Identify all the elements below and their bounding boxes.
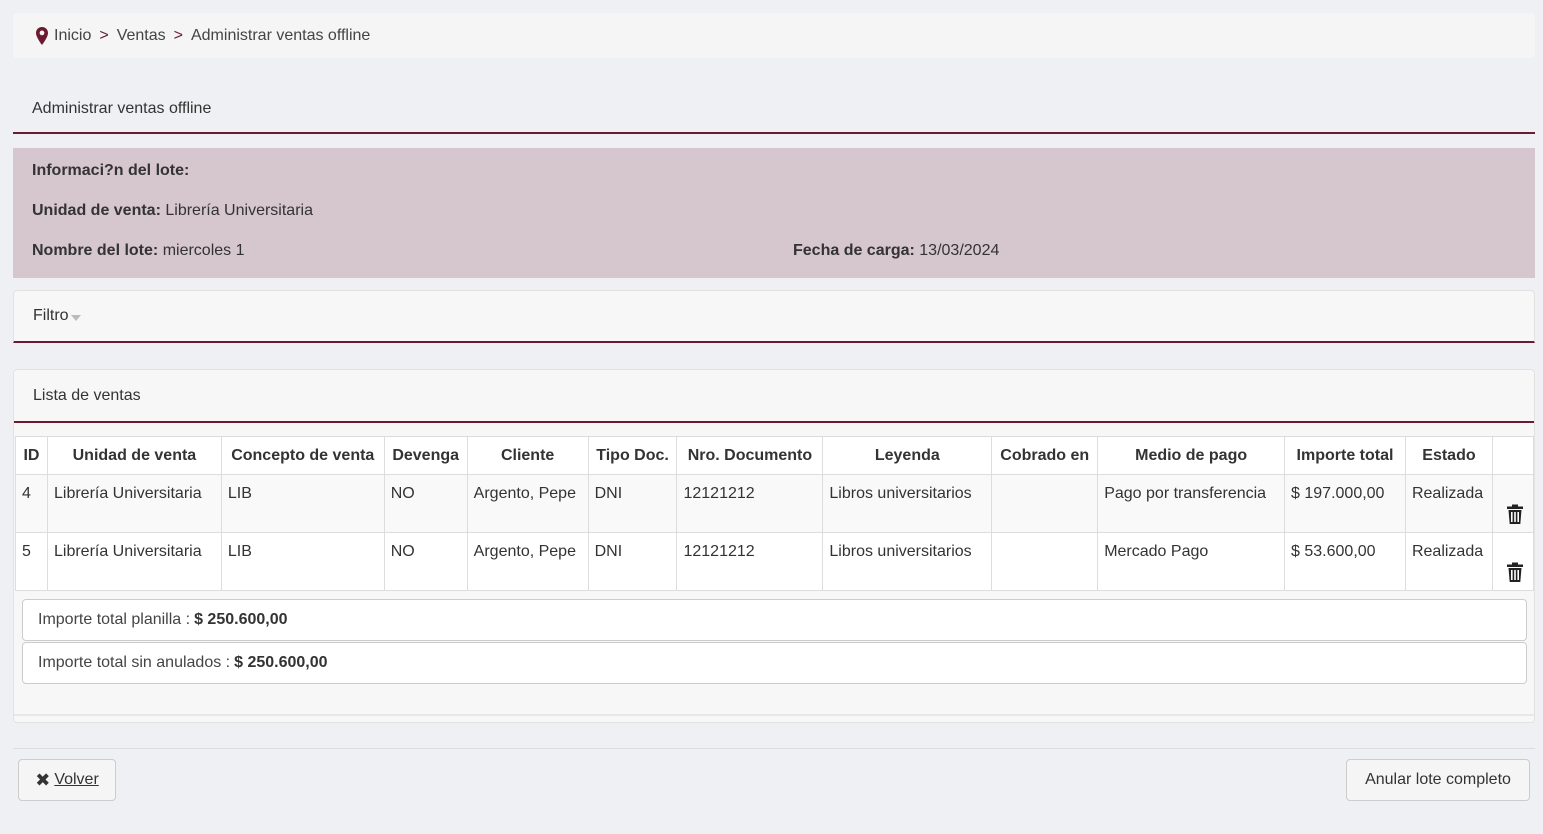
col-header[interactable]: Devenga [383,436,468,475]
col-header[interactable]: Nro. Documento [676,436,824,475]
map-pin-icon [36,26,48,45]
cell-actions [1491,474,1535,533]
col-header[interactable]: Cliente [466,436,589,475]
volver-button[interactable]: ✖ Volver [18,759,116,801]
cell-estado: Realizada [1404,474,1493,533]
lote-unidad-value: Librería Universitaria [165,202,313,219]
divider [13,748,1535,749]
breadcrumb-separator: > [173,26,183,44]
lote-info-heading-text: Informaci?n del lote: [32,162,190,179]
trash-icon[interactable] [1507,562,1523,582]
lote-fecha-value: 13/03/2024 [919,242,1000,259]
lote-nombre-value: miercoles 1 [162,242,245,259]
cell-cobrado [991,474,1099,533]
lote-info-panel: Informaci?n del lote: Unidad de venta: L… [13,148,1535,278]
cell-unidad: Librería Universitaria [46,474,222,533]
cell-medio-pago: Pago por transferencia [1097,474,1286,533]
page-title-text: Administrar ventas offline [32,100,212,117]
caret-down-icon [70,314,81,321]
breadcrumb-inicio[interactable]: Inicio [54,27,91,45]
cell-leyenda: Libros universitarios [822,532,993,591]
col-header[interactable]: Unidad de venta [46,436,222,475]
cell-cliente: Argento, Pepe [466,532,589,591]
anular-lote-button[interactable]: Anular lote completo [1346,759,1530,801]
breadcrumb-current: Administrar ventas offline [190,26,371,44]
close-icon: ✖ [35,769,51,790]
breadcrumb-ventas[interactable]: Ventas [117,27,166,45]
lote-fecha: Fecha de carga: 13/03/2024 [793,242,999,260]
cell-medio-pago: Mercado Pago [1097,532,1286,591]
cell-leyenda: Libros universitarios [822,474,993,533]
cell-cliente: Argento, Pepe [466,474,589,533]
cell-estado: Realizada [1404,532,1493,591]
cell-concepto: LIB [220,532,385,591]
cell-id: 5 [15,532,48,591]
lista-ventas-panel: Lista de ventas ID Unidad de venta Conce… [13,369,1535,723]
col-header[interactable]: Importe total [1284,436,1406,475]
cell-tipo-doc: DNI [587,532,678,591]
ventas-table-wrapper: ID Unidad de venta Concepto de venta Dev… [15,436,1535,591]
totals-section: Importe total planilla : $ 250.600,00 Im… [22,599,1527,685]
filtro-label: Filtro [33,307,69,324]
lote-nombre-label: Nombre del lote: [32,242,159,259]
col-header-actions [1491,436,1535,475]
total-sin-anulados: Importe total sin anulados : $ 250.600,0… [22,642,1527,684]
col-header[interactable]: Cobrado en [991,436,1099,475]
lista-ventas-title: Lista de ventas [33,386,141,404]
breadcrumb-separator: > [99,26,109,44]
total-planilla-label: Importe total planilla : [38,611,191,628]
lote-fecha-label: Fecha de carga: [793,242,915,259]
cell-actions [1491,532,1535,591]
cell-cobrado [991,532,1099,591]
page-title: Administrar ventas offline [13,86,1535,134]
table-row: 4 Librería Universitaria LIB NO Argento,… [15,474,1535,533]
total-sin-anulados-label: Importe total sin anulados : [38,654,231,671]
col-header[interactable]: Leyenda [822,436,993,475]
col-header[interactable]: Estado [1404,436,1493,475]
cell-devenga: NO [383,532,468,591]
col-header[interactable]: ID [15,436,48,475]
cell-tipo-doc: DNI [587,474,678,533]
lista-ventas-header: Lista de ventas [14,370,1534,423]
cell-id: 4 [15,474,48,533]
filtro-toggle[interactable]: Filtro [13,290,1535,343]
lote-unidad: Unidad de venta: Librería Universitaria [32,202,313,220]
total-planilla-value: $ 250.600,00 [194,611,288,628]
col-header[interactable]: Concepto de venta [220,436,385,475]
table-row: 5 Librería Universitaria LIB NO Argento,… [15,532,1535,591]
col-header[interactable]: Medio de pago [1097,436,1286,475]
anular-lote-button-label: Anular lote completo [1365,771,1511,788]
cell-importe: $ 53.600,00 [1284,532,1406,591]
total-planilla: Importe total planilla : $ 250.600,00 [22,599,1527,641]
cell-nro-doc: 12121212 [676,532,824,591]
cell-concepto: LIB [220,474,385,533]
cell-importe: $ 197.000,00 [1284,474,1406,533]
cell-devenga: NO [383,474,468,533]
lote-nombre: Nombre del lote: miercoles 1 [32,242,245,260]
cell-unidad: Librería Universitaria [46,532,222,591]
total-sin-anulados-value: $ 250.600,00 [234,654,328,671]
lote-info-heading: Informaci?n del lote: [32,162,189,180]
ventas-table: ID Unidad de venta Concepto de venta Dev… [15,436,1535,591]
cell-nro-doc: 12121212 [676,474,824,533]
lista-footer [14,714,1534,716]
col-header[interactable]: Tipo Doc. [587,436,678,475]
volver-button-label: Volver [54,771,99,788]
trash-icon[interactable] [1507,504,1523,524]
breadcrumb: Inicio > Ventas > Administrar ventas off… [13,13,1535,58]
table-header-row: ID Unidad de venta Concepto de venta Dev… [15,436,1535,475]
lote-unidad-label: Unidad de venta: [32,202,161,219]
